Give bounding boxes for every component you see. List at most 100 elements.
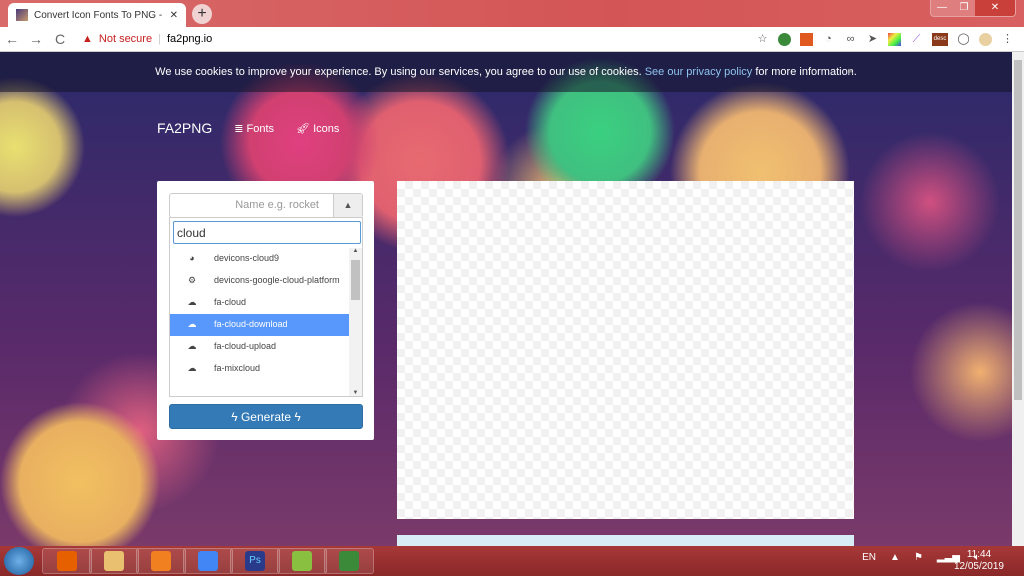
taskbar-app-chrome[interactable]: Chrome xyxy=(183,548,233,574)
result-item[interactable]: ☁ fa-cloud xyxy=(170,292,350,314)
extension-feather-icon[interactable]: ⟋ xyxy=(910,33,923,46)
extension-infinity-icon[interactable]: ∞ xyxy=(844,33,857,46)
taskbar-app-ps[interactable]: Ps xyxy=(230,548,280,574)
generate-button[interactable]: ϟ Generate ϟ xyxy=(169,404,363,429)
bolt-icon: ϟ xyxy=(231,410,241,424)
site-nav: FA2PNG ≣ Fonts 🚀︎ Icons xyxy=(157,120,339,136)
warning-icon: ▲ xyxy=(82,33,93,45)
result-icon: ☁ xyxy=(187,341,197,351)
app-icon: Firefox xyxy=(57,551,77,571)
result-label: devicons-cloud9 xyxy=(214,253,280,263)
date: 12/05/2019 xyxy=(953,561,1004,572)
extension-code-icon[interactable]: ◯ xyxy=(957,33,970,46)
extension-palette-icon[interactable] xyxy=(888,32,901,46)
address-bar[interactable]: ▲ Not secure | fa2png.io xyxy=(82,33,756,45)
cookie-close-button[interactable]: × xyxy=(848,52,854,92)
scroll-thumb[interactable] xyxy=(351,260,360,300)
info-box xyxy=(397,535,854,546)
start-button[interactable] xyxy=(4,547,34,575)
tab-title: Convert Icon Fonts To PNG - fa2png.io xyxy=(34,9,164,21)
result-item[interactable]: ☁ fa-cloud-upload xyxy=(170,336,350,358)
scroll-up-icon[interactable]: ▲ xyxy=(349,248,362,254)
action-center-flag-icon[interactable]: ⚑ xyxy=(914,552,923,563)
app-icon: Chrome xyxy=(198,551,218,571)
reload-button[interactable]: C xyxy=(48,31,72,47)
taskbar-app-network[interactable]: Network xyxy=(324,548,374,574)
scroll-down-icon[interactable]: ▼ xyxy=(349,390,362,396)
tab-close-icon[interactable]: ✕ xyxy=(170,10,178,21)
result-icon: ☁ xyxy=(187,363,197,373)
nav-fonts-label: Fonts xyxy=(246,122,275,135)
taskbar-app-notepad[interactable]: Notepad++ xyxy=(277,548,327,574)
result-label: devicons-google-cloud-platform xyxy=(214,275,340,285)
security-status[interactable]: Not secure xyxy=(99,33,152,45)
favicon-icon xyxy=(16,9,28,21)
result-label: fa-cloud xyxy=(214,297,247,307)
icon-select[interactable]: Name e.g. rocket ▲ xyxy=(169,193,363,218)
tray-expand-icon[interactable]: ▲ xyxy=(890,552,900,563)
result-item[interactable]: ☁ fa-cloud-download xyxy=(170,314,350,336)
result-item[interactable]: ⚙ devicons-google-cloud-platform xyxy=(170,270,350,292)
menu-button[interactable]: ⋮ xyxy=(1001,33,1014,46)
page-scroll-thumb[interactable] xyxy=(1014,60,1022,400)
result-label: fa-cloud-download xyxy=(214,319,288,329)
bolt-icon: ϟ xyxy=(291,410,301,424)
generate-label: Generate xyxy=(240,410,292,424)
extension-cursor-icon[interactable]: ➤ xyxy=(866,33,879,46)
back-button[interactable]: ← xyxy=(0,31,24,47)
taskbar-app-explorer[interactable]: Explorer xyxy=(89,548,139,574)
divider: | xyxy=(158,33,161,45)
select-placeholder: Name e.g. rocket xyxy=(235,199,319,211)
profile-avatar[interactable] xyxy=(979,32,992,46)
result-icon: ☁ xyxy=(187,297,197,307)
tab-bar: Convert Icon Fonts To PNG - fa2png.io ✕ … xyxy=(0,0,1024,27)
preview-canvas xyxy=(397,181,854,519)
icon-results-list: ◕ devicons-cloud9 ⚙ devicons-google-cloud-p… xyxy=(170,248,350,380)
minimize-button[interactable]: — xyxy=(931,0,953,16)
brand-logo[interactable]: FA2PNG xyxy=(157,120,212,136)
icon-dropdown: ◕ devicons-cloud9 ⚙ devicons-google-cloud-p… xyxy=(169,217,363,397)
nav-icons[interactable]: 🚀︎ Icons xyxy=(296,122,339,135)
result-label: fa-mixcloud xyxy=(214,363,261,373)
nav-fonts[interactable]: ≣ Fonts xyxy=(234,122,274,135)
time: 11:44 xyxy=(966,549,992,560)
icon-select-panel: Name e.g. rocket ▲ ◕ devicons-cloud9 ⚙ devi… xyxy=(157,181,374,440)
extension-office-icon[interactable] xyxy=(800,32,813,46)
result-icon: ⚙ xyxy=(187,275,197,285)
clock[interactable]: 11:44 12/05/2019 xyxy=(954,549,1004,573)
browser-tab[interactable]: Convert Icon Fonts To PNG - fa2png.io ✕ xyxy=(8,3,186,27)
url-text[interactable]: fa2png.io xyxy=(167,33,212,45)
dropdown-scrollbar[interactable]: ▲ ▼ xyxy=(349,248,362,396)
extension-gauge-icon[interactable]: ◔ xyxy=(822,33,835,46)
new-tab-button[interactable]: + xyxy=(192,4,212,24)
result-label: fa-cloud-upload xyxy=(214,341,277,351)
close-window-button[interactable]: ✕ xyxy=(975,0,1015,16)
taskbar-app-firefox[interactable]: Firefox xyxy=(42,548,92,574)
taskbar-app-vlc[interactable]: VLC xyxy=(136,548,186,574)
restore-button[interactable]: ❐ xyxy=(953,0,975,16)
forward-button[interactable]: → xyxy=(24,31,48,47)
extension-globe-icon[interactable] xyxy=(778,32,791,46)
page-scrollbar[interactable] xyxy=(1012,52,1024,546)
result-icon: ☁ xyxy=(187,319,197,329)
app-icon: Ps xyxy=(245,551,265,571)
cookie-banner: We use cookies to improve your experienc… xyxy=(0,52,1012,92)
nav-icons-label: Icons xyxy=(313,122,340,135)
cookie-text: We use cookies to improve your experienc… xyxy=(155,66,642,78)
extension-desc-icon[interactable]: desc xyxy=(932,32,948,46)
result-item[interactable]: ☁ fa-mixcloud xyxy=(170,358,350,380)
window-controls: — ❐ ✕ xyxy=(930,0,1016,17)
privacy-policy-link[interactable]: See our privacy policy xyxy=(645,66,753,78)
chevron-up-icon[interactable]: ▲ xyxy=(333,194,362,217)
browser-toolbar: ← → C ▲ Not secure | fa2png.io ☆ ◔ ∞ ➤ ⟋… xyxy=(0,27,1024,52)
icon-search-input[interactable] xyxy=(173,221,361,244)
app-icon: Network xyxy=(339,551,359,571)
app-icon: VLC xyxy=(151,551,171,571)
result-icon: ◕ xyxy=(189,253,195,263)
extensions: ☆ ◔ ∞ ➤ ⟋ desc ◯ ⋮ xyxy=(756,32,1014,46)
list-icon: ≣ xyxy=(234,122,247,135)
cookie-suffix: for more information. xyxy=(755,66,857,78)
language-indicator[interactable]: EN xyxy=(862,552,876,563)
result-item[interactable]: ◕ devicons-cloud9 xyxy=(170,248,350,270)
bookmark-star-icon[interactable]: ☆ xyxy=(756,33,769,46)
